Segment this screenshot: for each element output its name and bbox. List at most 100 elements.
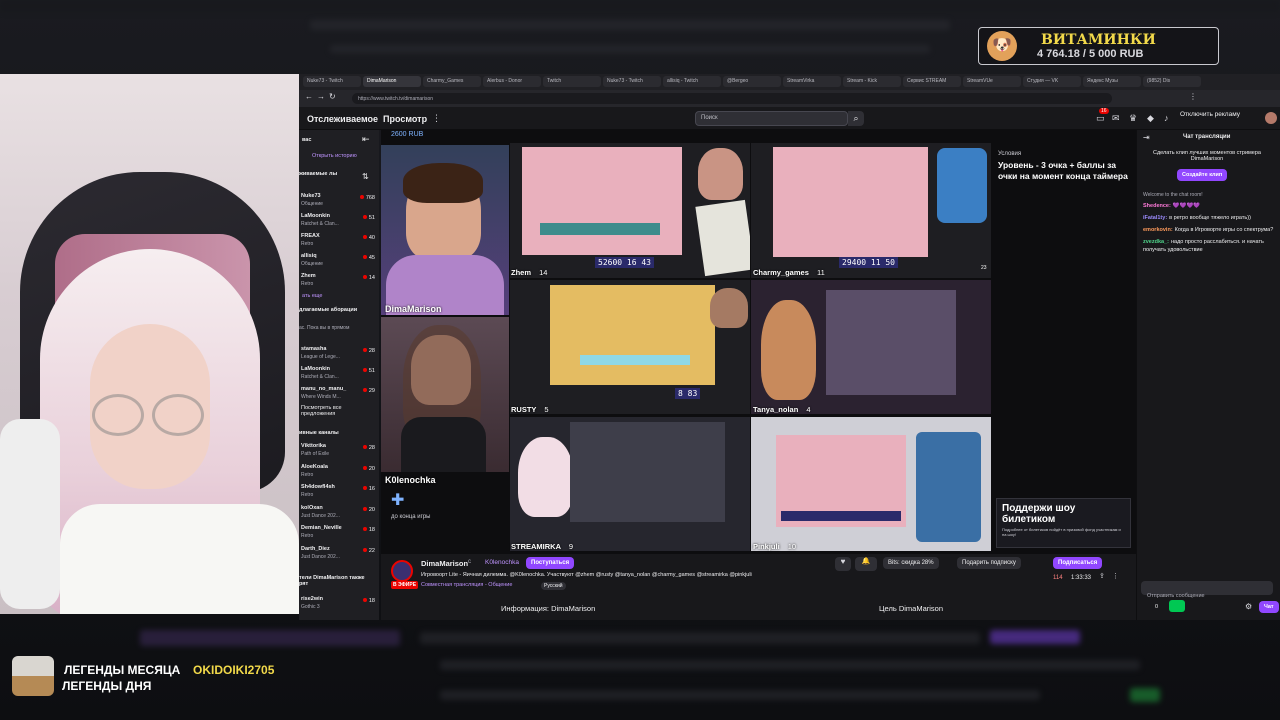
hud-charmy: 29400 11 50 [839, 257, 898, 268]
browser-tab[interactable]: Nuke73 - Twitch [303, 76, 361, 87]
backdrop-bar [310, 20, 950, 30]
bits-button[interactable]: Bits: скидка 28% [883, 557, 939, 569]
tile-label-k0lenochka: K0lenochka [385, 475, 436, 485]
about-link[interactable]: Информация: DimaMarison [501, 604, 595, 613]
sidebar-channel-category: Where Winds M... [301, 394, 341, 400]
tile-tanya[interactable] [751, 280, 991, 414]
streamer-name[interactable]: DimaMarison [421, 559, 468, 568]
nav-following[interactable]: Отслеживаемое [307, 114, 378, 124]
screen-capture-streamirka [570, 422, 725, 522]
browser-tab[interactable]: Студия — VK [1023, 76, 1081, 87]
cat-in-box-icon [12, 656, 54, 696]
search-icon[interactable]: ⌕ [848, 111, 864, 126]
reload-icon[interactable]: ↻ [329, 92, 336, 101]
rusty-name: RUSTY [511, 405, 537, 414]
points-claim-icon[interactable] [1169, 600, 1185, 612]
history-link[interactable]: Открыть историю [312, 153, 357, 159]
glasses-right [152, 394, 204, 436]
inbox-icon[interactable]: ▭ [1096, 113, 1105, 124]
notify-icon[interactable]: 🔔 [855, 557, 877, 571]
timer-plus-icon: ✚ [391, 492, 405, 509]
browser-tab[interactable]: Stream - Kick [843, 76, 901, 87]
hud-rusty: 8 83 [675, 388, 701, 399]
chat-username[interactable]: zvezdka_: [1143, 239, 1169, 245]
more-options-icon[interactable]: ⋮ [1112, 572, 1119, 580]
video-grid[interactable]: DimaMarison 2600 RUB K0lenochka ✚ до кон… [381, 130, 1136, 554]
tile-rusty[interactable]: 8 83 [510, 280, 750, 414]
crown-icon[interactable]: ♛ [1129, 113, 1137, 124]
more-icon[interactable]: ⋮ [432, 113, 441, 124]
share-icon[interactable]: ⇪ [1099, 572, 1105, 580]
browser-tab[interactable]: StreamVirka [783, 76, 841, 87]
gift-sub-button[interactable]: Подарить подписку [957, 557, 1021, 569]
follow-button[interactable]: Поступаться [526, 557, 575, 569]
stream-language[interactable]: Русский [541, 582, 566, 590]
streamer-avatar[interactable] [391, 560, 413, 582]
extensions-icon[interactable]: ⋮ [1189, 92, 1197, 101]
tile-dimamarison[interactable] [381, 145, 509, 315]
browser-tab[interactable]: Twitch [543, 76, 601, 87]
browser-tab[interactable]: Яндекс Музы [1083, 76, 1141, 87]
browser-tab[interactable]: Сервис STREAM [903, 76, 961, 87]
sidebar-viewer-count: 18 [351, 598, 375, 604]
game-screen-rusty [550, 285, 715, 385]
backdrop-bar [330, 45, 930, 53]
person-zhem [698, 148, 743, 200]
browser-tab[interactable]: Nuke73 - Twitch [603, 76, 661, 87]
url-field[interactable]: https://www.twitch.tv/dimamarison [352, 93, 1112, 104]
chat-username[interactable]: emorkovin: [1143, 227, 1173, 233]
browser-tab[interactable]: StreamVUe [963, 76, 1021, 87]
mail-icon[interactable]: ✉ [1112, 113, 1120, 124]
tile-zhem[interactable]: 52600 16 43 [510, 143, 750, 278]
chat-input[interactable]: Отправить сообщение [1141, 581, 1273, 599]
game-screen-zhem [522, 147, 682, 255]
backdrop-bar [440, 660, 1140, 670]
channel-points[interactable]: 0 [1155, 604, 1158, 610]
create-clip-button[interactable]: Создайте клип [1177, 169, 1228, 181]
back-icon[interactable]: ← [305, 92, 313, 101]
browser-tab[interactable]: DimaMarison [363, 76, 421, 87]
subscribe-button[interactable]: Подписаться [1053, 557, 1103, 569]
live-badge: В ЭФИРЕ [391, 581, 419, 589]
tile-pinkjuli[interactable] [751, 417, 991, 551]
viewer-count-value: 20 [368, 465, 375, 472]
browser-tab[interactable]: allisiq - Twitch [663, 76, 721, 87]
stream-info-bar: В ЭФИРЕ DimaMarison с K0lenochka Поступа… [381, 554, 1136, 620]
tile-k0lenochka[interactable] [381, 317, 509, 472]
show-more-link[interactable]: ать еще [302, 293, 322, 299]
collapse-icon[interactable]: ⇤ [362, 134, 370, 145]
hud-zhem: 52600 16 43 [595, 257, 654, 268]
see-all-suggestions[interactable]: Посмотреть все предложения [301, 405, 373, 417]
browser-tab[interactable]: @Bergeo [723, 76, 781, 87]
chat-username[interactable]: iFatal1ty: [1143, 215, 1167, 221]
tile-charmy[interactable]: 29400 11 50 23 [751, 143, 991, 278]
stream-category[interactable]: Совместная трансляция - Общение [421, 582, 512, 588]
goal-link[interactable]: Цель DimaMarison [879, 604, 943, 613]
tile-label-zhem: Zhem 14 [511, 268, 547, 277]
cohost-name[interactable]: K0lenochka [485, 559, 519, 566]
backdrop-bar [420, 632, 980, 644]
viewer-count-value: 40 [368, 235, 375, 241]
bits-icon[interactable]: ◆ [1147, 113, 1154, 124]
sidebar-viewer-count: 16 [351, 486, 375, 492]
heart-icon[interactable]: ♥ [835, 557, 851, 571]
profile-avatar[interactable] [1265, 112, 1277, 124]
collapse-chat-icon[interactable]: ⇥ [1143, 133, 1150, 142]
chat-username[interactable]: Shedence: [1143, 203, 1171, 209]
forward-icon[interactable]: → [317, 92, 325, 101]
sort-icon[interactable]: ⇅ [362, 172, 369, 181]
nav-browse[interactable]: Просмотр [383, 114, 427, 124]
browser-tab[interactable]: Alerbus - Donor [483, 76, 541, 87]
browser-tab[interactable]: Charmy_Games [423, 76, 481, 87]
tile-label-charmy: Charmy_games 11 [753, 268, 825, 277]
follow-label: Поступаться [531, 560, 570, 566]
prime-icon[interactable]: ♪ [1164, 113, 1169, 123]
disable-ads-button[interactable]: Отключить рекламу [1180, 111, 1260, 126]
sidebar-viewer-count: 20 [351, 465, 375, 472]
search-input[interactable]: Поиск [695, 111, 848, 126]
chat-send-button[interactable]: Чат [1259, 601, 1279, 613]
tile-streamirka[interactable] [510, 417, 750, 551]
disable-ads-label: Отключить рекламу [1180, 111, 1241, 118]
browser-tab[interactable]: (9852) Dis [1143, 76, 1201, 87]
chat-settings-icon[interactable]: ⚙ [1245, 602, 1252, 611]
